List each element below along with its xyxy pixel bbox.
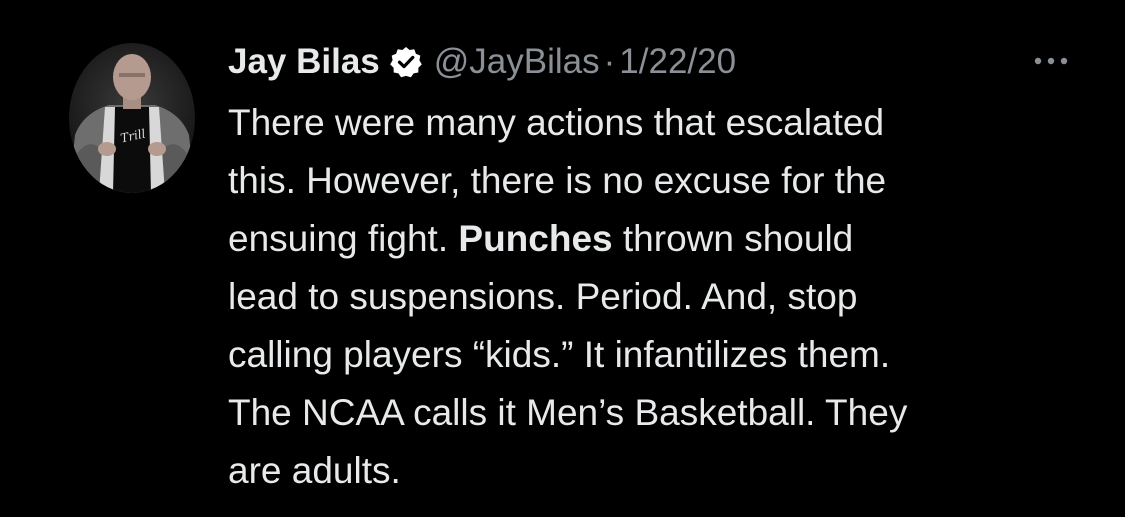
author-name[interactable]: Jay Bilas <box>228 42 380 82</box>
tweet-text: There were many actions that escalated t… <box>228 94 1088 500</box>
tweet-text-segment: thrown should <box>622 218 854 259</box>
tweet-text-line: calling players “kids.” It infantilizes … <box>228 334 891 375</box>
verified-badge-icon <box>389 46 422 78</box>
tweet-text-line: this. However, there is no excuse for th… <box>228 160 887 201</box>
tweet-text-line: The NCAA calls it Men’s Basketball. They <box>228 392 908 433</box>
profile-photo-icon <box>69 54 195 193</box>
avatar[interactable]: Trill <box>69 43 195 193</box>
tweet-text-line: ensuing fight. Punches thrown should <box>228 210 1088 268</box>
author-handle[interactable]: @JayBilas <box>434 42 600 82</box>
tweet: Trill Jay Bilas @JayBilas · 1/22/20 Ther… <box>0 0 1125 517</box>
tweet-text-line: There were many actions that escalated <box>228 102 885 143</box>
tweet-text-segment: ensuing fight. <box>228 218 449 259</box>
more-options-button[interactable] <box>1029 46 1073 76</box>
tweet-text-line: lead to suspensions. Period. And, stop <box>228 276 858 317</box>
tweet-header: Jay Bilas @JayBilas · 1/22/20 <box>228 40 736 84</box>
tweet-text-bold: Punches <box>458 218 613 259</box>
more-options-icon <box>1034 57 1068 65</box>
tweet-date[interactable]: 1/22/20 <box>619 42 736 82</box>
tweet-text-line: are adults. <box>228 450 401 491</box>
header-separator: · <box>603 42 616 81</box>
